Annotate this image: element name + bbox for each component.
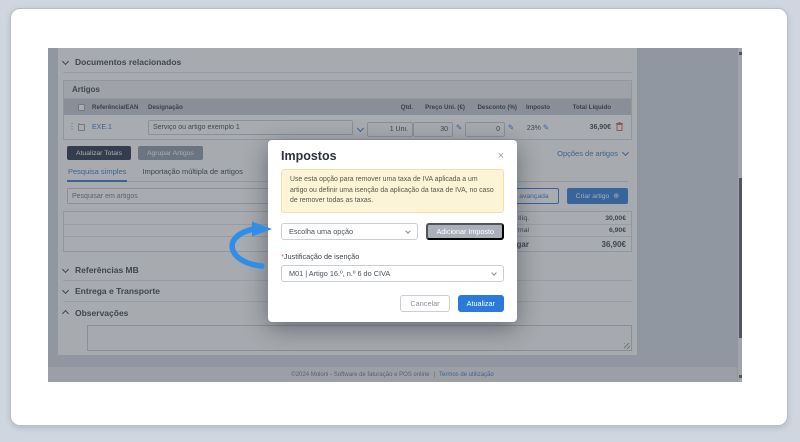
tax-select[interactable]: Escolha uma opção [281,223,419,241]
exemption-label: *Justificação de isenção [281,252,360,262]
chevron-down-icon [405,227,412,234]
impostos-modal: Impostos × Use esta opção para remover u… [268,140,517,323]
screenshot-stage: Documentos relacionados Artigos Referênc… [0,0,800,442]
modal-atualizar-button[interactable]: Atualizar [457,295,504,313]
chevron-down-icon [491,269,497,276]
modal-warning-text: Use esta opção para remover uma taxa de … [281,169,504,214]
modal-cancelar-button[interactable]: Cancelar [400,295,450,313]
close-icon[interactable]: × [498,150,504,162]
annotation-arrow [229,221,272,269]
exemption-select[interactable]: M01 | Artigo 16.º, n.º 6 do CIVA [281,265,504,283]
modal-title: Impostos [281,149,337,163]
adicionar-imposto-button[interactable]: Adicionar Imposto [426,223,504,241]
